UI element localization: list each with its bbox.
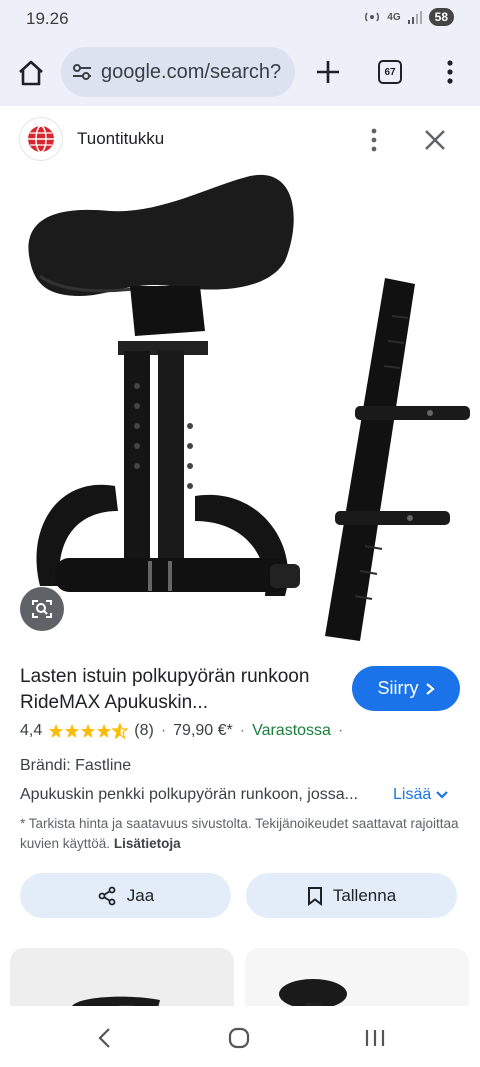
review-count[interactable]: (8) [134,722,154,740]
browser-toolbar: google.com/search? 67 [0,38,480,106]
battery-indicator: 58 [428,8,454,26]
go-to-site-button[interactable]: Siirry [352,666,460,711]
save-button[interactable]: Tallenna [246,873,457,918]
status-bar: 19.26 4G 58 [0,0,480,38]
network-label: 4G [387,11,401,23]
status-time: 19.26 [26,9,69,28]
star-rating [48,723,130,739]
recents-icon[interactable] [364,1028,386,1048]
hotspot-icon [365,12,380,22]
separator-dot: · [160,722,167,739]
globe-logo-icon [28,125,54,153]
product-description: Apukuskin penkki polkupyörän runkoon, jo… [20,786,358,803]
bike-seat-illustration [28,174,470,641]
chevron-down-icon [436,791,449,799]
home-icon[interactable] [16,58,46,88]
disclaimer-text: * Tarkista hinta ja saatavuus sivustolta… [20,816,459,851]
product-title[interactable]: Lasten istuin polkupyörän runkoon RideMA… [20,664,330,716]
status-icons: 4G 58 [363,8,454,26]
product-image[interactable] [0,166,480,660]
show-more-label: Lisää [393,786,432,803]
signal-icon [407,11,422,24]
tab-switcher-button[interactable]: 67 [378,60,402,84]
site-settings-icon[interactable] [71,63,93,81]
address-bar[interactable]: google.com/search? [61,47,295,97]
share-button[interactable]: Jaa [20,873,231,918]
back-icon[interactable] [96,1026,114,1050]
go-button-label: Siirry [377,678,419,698]
new-tab-icon[interactable] [314,58,342,86]
lens-icon [32,600,52,618]
brand-label: Brändi: Fastline [20,757,132,774]
source-menu-icon[interactable] [364,126,384,154]
source-header: Tuontitukku [0,114,480,166]
price: 79,90 €* [173,722,233,739]
more-options-icon[interactable] [438,58,462,86]
chevron-right-icon [425,682,435,695]
url-text: google.com/search? [101,60,282,83]
rating-value: 4,4 [20,722,43,739]
system-navigation-bar [0,1006,480,1067]
rating-row: 4,4 (8) · 79,90 €* · Varastossa · [20,722,350,740]
lens-search-button[interactable] [20,587,64,631]
share-icon [98,886,116,905]
separator-dot: · [337,722,344,739]
bookmark-icon [307,886,322,906]
stars-icon [49,723,129,739]
availability-status: Varastossa [252,722,331,739]
more-info-link[interactable]: Lisätietoja [114,836,181,851]
share-label: Jaa [126,885,155,905]
source-name[interactable]: Tuontitukku [77,129,164,149]
source-favicon [20,118,62,160]
show-more-button[interactable]: Lisää [393,786,449,804]
close-icon[interactable] [422,127,448,153]
save-label: Tallenna [332,885,397,905]
separator-dot: · [239,722,246,739]
disclaimer-note: * Tarkista hinta ja saatavuus sivustolta… [20,814,460,854]
home-nav-icon[interactable] [228,1027,250,1049]
